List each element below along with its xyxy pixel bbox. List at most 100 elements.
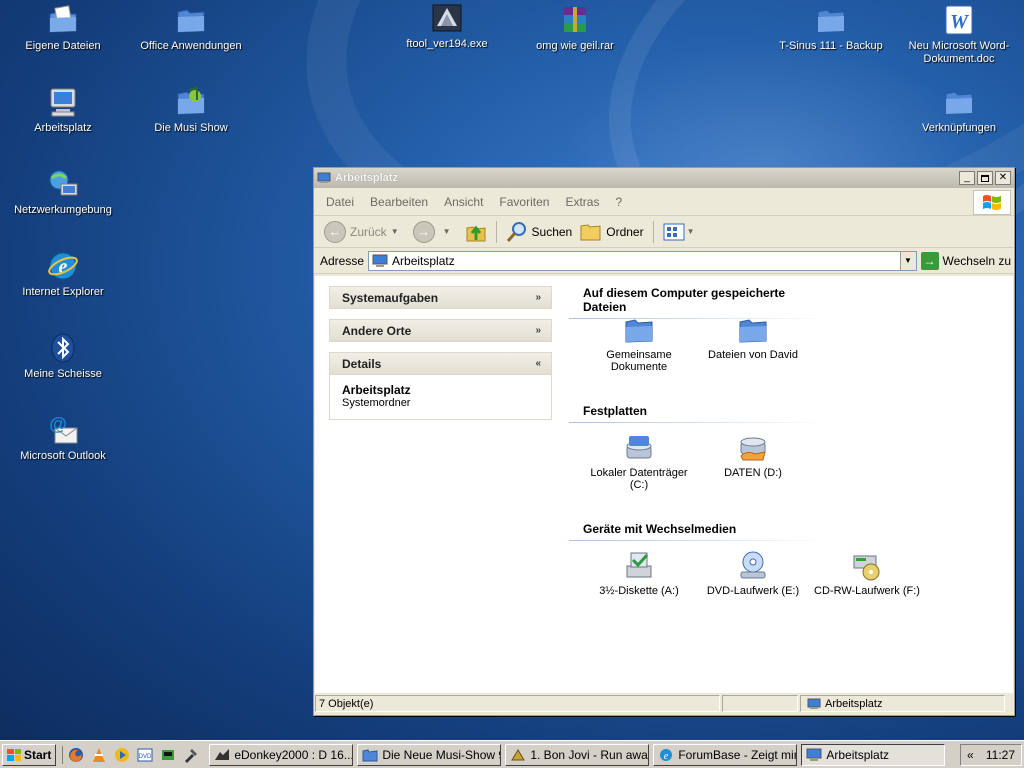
item-drive-d[interactable]: DATEN (D:): [698, 432, 808, 479]
desktop-icon-label: Eigene Dateien: [25, 40, 101, 52]
desktop-icon-internet-explorer[interactable]: e Internet Explorer: [8, 250, 118, 299]
item-gemeinsame-dokumente[interactable]: Gemeinsame Dokumente: [584, 314, 694, 373]
item-label: Dateien von David: [708, 349, 798, 361]
task-panel-header[interactable]: Andere Orte »: [329, 319, 552, 342]
menu-favoriten[interactable]: Favoriten: [491, 195, 557, 209]
desktop-icon-label: omg wie geil.rar: [536, 40, 614, 52]
desktop-icon-word-document[interactable]: W Neu Microsoft Word-Dokument.doc: [904, 4, 1014, 66]
dvd-app-icon[interactable]: DVD: [136, 746, 154, 764]
desktop-icon-label: Die Musi Show: [154, 122, 228, 134]
windows-logo-icon: [973, 190, 1011, 215]
desktop-icon-arbeitsplatz[interactable]: Arbeitsplatz: [8, 86, 118, 135]
chevron-double-down-icon[interactable]: »: [535, 325, 541, 336]
clock[interactable]: 11:27: [986, 748, 1015, 762]
vlc-icon[interactable]: [90, 746, 108, 764]
network-places-icon: [49, 170, 78, 196]
start-label: Start: [24, 747, 52, 762]
chevron-down-icon[interactable]: ▼: [899, 251, 916, 270]
task-label: Arbeitsplatz: [826, 747, 890, 762]
item-label: CD-RW-Laufwerk (F:): [814, 585, 920, 597]
desktop-icon-omg-rar[interactable]: omg wie geil.rar: [520, 4, 630, 53]
desktop-icon-ftool[interactable]: ftool_ver194.exe: [392, 2, 502, 51]
chevron-down-icon[interactable]: ▼: [391, 227, 399, 236]
task-panel-title: Systemaufgaben: [342, 290, 439, 305]
section-title: Geräte mit Wechselmedien: [569, 512, 831, 541]
item-label: Lokaler Datenträger (C:): [590, 467, 688, 491]
menu-extras[interactable]: Extras: [557, 195, 607, 209]
item-floppy-a[interactable]: 3½-Diskette (A:): [584, 550, 694, 597]
views-button[interactable]: ▼: [659, 219, 705, 245]
search-button[interactable]: Suchen: [502, 219, 577, 245]
folders-button[interactable]: Ordner: [576, 219, 647, 245]
task-panel-title: Andere Orte: [342, 323, 412, 338]
desktop-icon-netzwerkumgebung[interactable]: Netzwerkumgebung: [8, 168, 118, 217]
exe-icon: [432, 4, 462, 32]
task-panel-header[interactable]: Systemaufgaben »: [329, 286, 552, 309]
window-title: Arbeitsplatz: [335, 172, 398, 184]
item-drive-c[interactable]: Lokaler Datenträger (C:): [584, 432, 694, 491]
firefox-icon[interactable]: [67, 746, 85, 764]
folder-icon: [625, 319, 653, 343]
desktop-icon-eigene-dateien[interactable]: Eigene Dateien: [8, 4, 118, 53]
item-cdrw-f[interactable]: CD-RW-Laufwerk (F:): [812, 550, 922, 597]
desktop-icon-office-anwendungen[interactable]: Office Anwendungen: [136, 4, 246, 53]
up-button[interactable]: [461, 219, 491, 245]
forward-arrow-icon: →: [412, 220, 435, 243]
desktop-icon-verknuepfungen[interactable]: Verknüpfungen: [904, 86, 1014, 135]
tool-icon[interactable]: [182, 746, 200, 764]
media-player-icon[interactable]: [113, 746, 131, 764]
quick-launch: DVD: [62, 745, 205, 764]
taskbar-task-musi-show[interactable]: Die Neue Musi-Show 9...: [357, 743, 502, 766]
desktop-icon-meine-scheisse[interactable]: Meine Scheisse: [8, 332, 118, 381]
start-button[interactable]: Start: [2, 743, 57, 766]
search-icon: [506, 221, 526, 242]
my-computer-icon: [50, 88, 76, 117]
address-input[interactable]: Arbeitsplatz ▼: [368, 250, 917, 271]
section-removable: Geräte mit Wechselmedien 3½-Diskette (A:…: [569, 512, 1009, 630]
tray-expand-button[interactable]: «: [967, 748, 974, 762]
forward-button[interactable]: → ▼: [409, 219, 461, 245]
toolbar: ← Zurück ▼ → ▼ Suchen Ordner ▼: [314, 216, 1014, 248]
desktop-icon-t-sinus-backup[interactable]: T-Sinus 111 - Backup: [776, 4, 886, 53]
status-location: Arbeitsplatz: [800, 695, 1005, 712]
windows-flag-icon: [7, 748, 21, 761]
desktop-icon-die-musi-show[interactable]: Die Musi Show: [136, 86, 246, 135]
menu-bearbeiten[interactable]: Bearbeiten: [362, 195, 436, 209]
go-button[interactable]: → Wechseln zu: [920, 251, 1011, 270]
internet-explorer-icon: e: [660, 748, 673, 762]
bluetooth-icon: [51, 333, 75, 363]
game-icon[interactable]: [159, 746, 177, 764]
close-button[interactable]: ✕: [995, 171, 1011, 185]
word-document-icon: W: [945, 5, 973, 35]
menu-datei[interactable]: Datei: [318, 195, 362, 209]
menu-ansicht[interactable]: Ansicht: [436, 195, 491, 209]
chevron-double-up-icon[interactable]: «: [535, 358, 541, 369]
section-title: Festplatten: [569, 394, 831, 423]
desktop-icon-microsoft-outlook[interactable]: @ Microsoft Outlook: [8, 414, 118, 463]
desktop-icon-label: ftool_ver194.exe: [406, 38, 488, 50]
title-bar[interactable]: Arbeitsplatz _ ✕: [314, 168, 1014, 188]
edonkey-icon: [215, 748, 230, 760]
maximize-button[interactable]: [977, 171, 993, 185]
minimize-button[interactable]: _: [959, 171, 975, 185]
folder-icon: [362, 748, 378, 761]
taskbar-task-edonkey[interactable]: eDonkey2000 : D 16....: [209, 743, 354, 766]
task-panel-header[interactable]: Details «: [329, 352, 552, 375]
taskbar-task-bon-jovi[interactable]: 1. Bon Jovi - Run awa...: [505, 743, 650, 766]
chevron-down-icon[interactable]: ▼: [443, 227, 451, 236]
status-bar: 7 Objekt(e) Arbeitsplatz: [315, 695, 1013, 714]
taskbar: Start DVD eDonkey2000 : D 16.... Die Neu…: [0, 740, 1024, 768]
details-body: Arbeitsplatz Systemordner: [329, 375, 552, 420]
chevron-double-down-icon[interactable]: »: [535, 292, 541, 303]
menu-help[interactable]: ?: [607, 195, 630, 209]
back-button[interactable]: ← Zurück ▼: [320, 219, 409, 245]
taskbar-task-arbeitsplatz[interactable]: Arbeitsplatz: [801, 743, 946, 766]
svg-text:e: e: [664, 751, 669, 762]
taskbar-task-forumbase[interactable]: e ForumBase - Zeigt mir ...: [653, 743, 798, 766]
desktop-icon-label: Arbeitsplatz: [34, 122, 92, 134]
item-dvd-e[interactable]: DVD-Laufwerk (E:): [698, 550, 808, 597]
file-view: Auf diesem Computer gespeicherte Dateien…: [569, 276, 1009, 630]
toolbar-separator: [652, 220, 654, 243]
item-dateien-von-david[interactable]: Dateien von David: [698, 314, 808, 361]
status-object-count: 7 Objekt(e): [315, 695, 720, 712]
